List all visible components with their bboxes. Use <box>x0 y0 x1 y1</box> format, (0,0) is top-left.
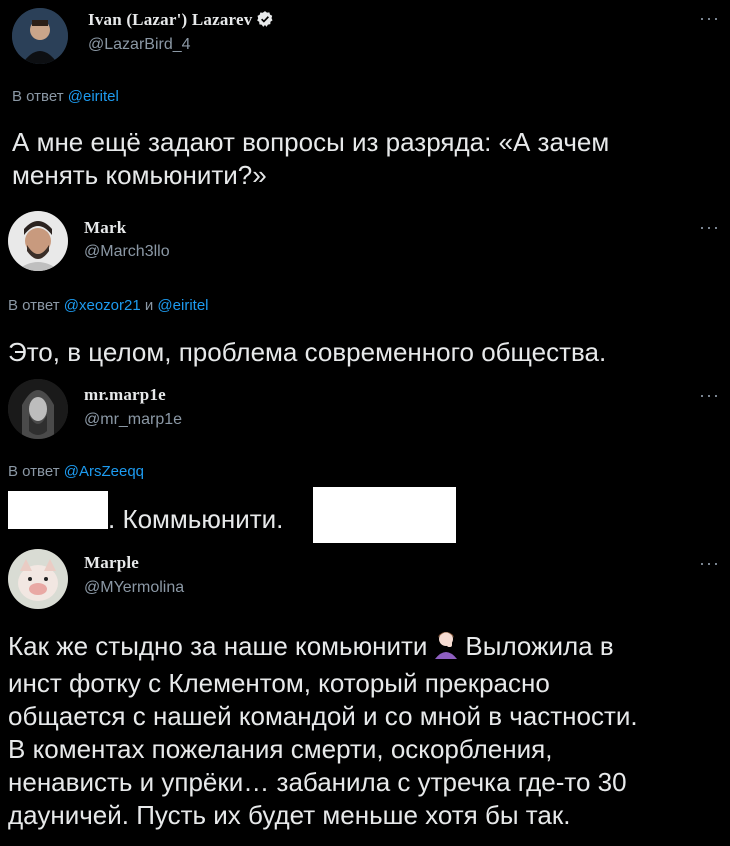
reply-conjunction: и <box>144 297 154 314</box>
display-name-text[interactable]: Ivan (Lazar') Lazarev <box>88 10 252 29</box>
tweet-text: А мне ещё задают вопросы из разряда: «А … <box>12 126 609 192</box>
tweet-text-line: менять комьюнити?» <box>12 160 267 190</box>
facepalm-woman-emoji <box>431 629 461 667</box>
more-options-icon[interactable]: ··· <box>699 217 720 238</box>
mention-link[interactable]: @eiritel <box>68 88 119 105</box>
tweet-2[interactable]: Mark @March3llo ··· В ответ @xeozor21 и … <box>0 205 730 375</box>
username[interactable]: @MYermolina <box>84 579 184 597</box>
display-name[interactable]: Mark <box>84 218 126 238</box>
avatar[interactable] <box>8 549 68 609</box>
tweet-text-segment: Как же стыдно за наше комьюнити <box>8 631 428 661</box>
avatar[interactable] <box>8 379 68 439</box>
reply-context: В ответ @ArsZeeqq <box>8 463 144 480</box>
redacted-block <box>8 491 108 529</box>
reply-context: В ответ @eiritel <box>12 88 119 105</box>
more-options-icon[interactable]: ··· <box>699 385 720 406</box>
tweet-4[interactable]: Marple @MYermolina ··· Как же стыдно за … <box>0 545 730 846</box>
display-name[interactable]: Ivan (Lazar') Lazarev <box>88 10 274 33</box>
tweet-1[interactable]: Ivan (Lazar') Lazarev @LazarBird_4 ··· В… <box>0 0 730 205</box>
tweet-text-line: дауничей. Пусть их будет меньше хотя бы … <box>8 800 571 830</box>
more-options-icon[interactable]: ··· <box>699 553 720 574</box>
tweet-text: Это, в целом, проблема современного обще… <box>8 336 606 369</box>
reply-prefix: В ответ <box>12 88 64 105</box>
tweet-text-line: Это, в целом, проблема современного обще… <box>8 337 607 367</box>
tweet-3[interactable]: mr.marp1e @mr_marp1e ··· В ответ @ArsZee… <box>0 375 730 545</box>
tweet-text: . Коммьюнити. <box>108 504 284 534</box>
tweet-text-line: инст фотку с Клементом, который прекрасн… <box>8 668 550 698</box>
mention-link[interactable]: @xeozor21 <box>64 297 141 314</box>
tweet-text-line: В коментах пожелания смерти, оскорбления… <box>8 734 553 764</box>
mention-link[interactable]: @eiritel <box>157 297 208 314</box>
username[interactable]: @LazarBird_4 <box>88 36 191 54</box>
display-name[interactable]: Marple <box>84 553 139 573</box>
username[interactable]: @mr_marp1e <box>84 411 182 429</box>
reply-context: В ответ @xeozor21 и @eiritel <box>8 297 209 314</box>
reply-prefix: В ответ <box>8 463 60 480</box>
more-options-icon[interactable]: ··· <box>699 8 720 29</box>
tweet-text-line: Как же стыдно за наше комьюнити Выложила … <box>8 629 723 667</box>
display-name[interactable]: mr.marp1e <box>84 385 166 405</box>
redacted-block <box>313 487 456 543</box>
tweet-text-line: общается с нашей командой и со мной в ча… <box>8 701 638 731</box>
verified-badge-icon <box>256 10 274 33</box>
mention-link[interactable]: @ArsZeeqq <box>64 463 144 480</box>
reply-prefix: В ответ <box>8 297 60 314</box>
avatar[interactable] <box>8 211 68 271</box>
avatar[interactable] <box>12 8 68 64</box>
tweet-text-line: А мне ещё задают вопросы из разряда: «А … <box>12 127 610 157</box>
tweet-text-segment: Выложила в <box>465 631 614 661</box>
tweet-text: Как же стыдно за наше комьюнити Выложила … <box>8 629 723 832</box>
tweet-text-line: ненависть и упрёки… забанила с утречка г… <box>8 767 627 797</box>
username[interactable]: @March3llo <box>84 243 170 261</box>
